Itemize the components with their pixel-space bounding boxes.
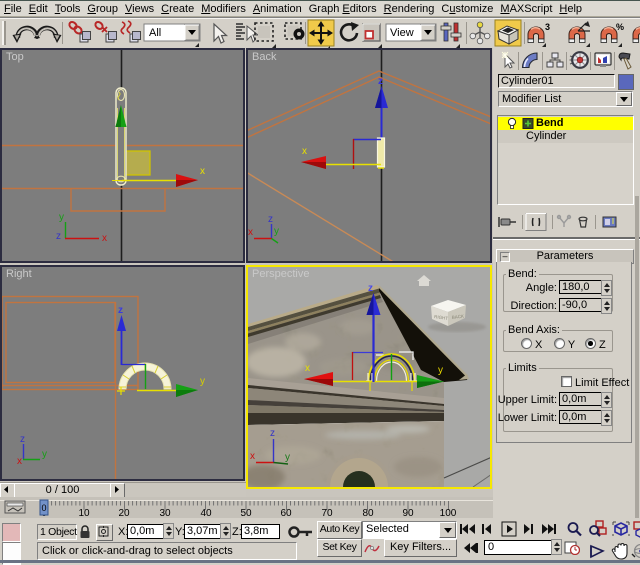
svg-text:y: y	[285, 452, 290, 463]
svg-text:80: 80	[362, 508, 374, 518]
svg-text:x: x	[102, 233, 107, 244]
svg-text:y: y	[274, 226, 279, 237]
svg-text:x: x	[17, 456, 22, 467]
svg-text:z: z	[270, 428, 275, 439]
svg-text:100: 100	[440, 508, 457, 518]
svg-text:z: z	[20, 434, 25, 445]
svg-text:x: x	[305, 363, 310, 374]
svg-text:10: 10	[78, 508, 90, 518]
svg-text:x: x	[200, 166, 205, 177]
svg-text:20: 20	[118, 508, 130, 518]
svg-text:z: z	[368, 283, 373, 294]
svg-text:70: 70	[321, 508, 333, 518]
svg-text:y: y	[59, 212, 64, 223]
svg-text:3: 3	[545, 22, 550, 32]
svg-text:z: z	[268, 214, 273, 225]
svg-text:60: 60	[280, 508, 292, 518]
svg-text:0: 0	[41, 503, 46, 513]
svg-text:40: 40	[200, 508, 212, 518]
svg-text:%: %	[616, 22, 624, 32]
svg-text:x: x	[302, 146, 307, 157]
svg-text:View: View	[390, 27, 414, 39]
svg-text:90: 90	[402, 508, 414, 518]
svg-text:y: y	[438, 365, 443, 376]
svg-text:x: x	[250, 451, 255, 462]
svg-text:All: All	[149, 27, 161, 39]
svg-text:z: z	[56, 231, 61, 242]
svg-text:50: 50	[240, 508, 252, 518]
svg-text:30: 30	[159, 508, 171, 518]
svg-text:z: z	[118, 305, 123, 316]
svg-text:y: y	[200, 376, 205, 387]
svg-text:x: x	[248, 227, 253, 238]
svg-text:y: y	[42, 449, 47, 460]
svg-text:z: z	[378, 76, 383, 87]
